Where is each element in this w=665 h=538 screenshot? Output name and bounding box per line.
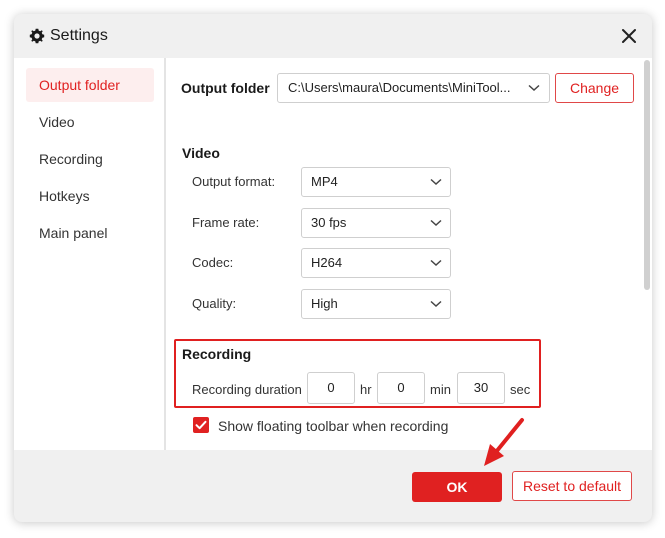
minutes-input[interactable]: 0 — [377, 372, 425, 404]
quality-label: Quality: — [192, 296, 237, 311]
codec-value: H264 — [311, 255, 343, 270]
output-format-select[interactable]: MP4 — [301, 167, 451, 197]
change-folder-button[interactable]: Change — [555, 73, 634, 103]
close-icon[interactable] — [620, 27, 638, 45]
chevron-down-icon — [430, 219, 442, 227]
dialog-title: Settings — [50, 27, 108, 44]
hours-input[interactable]: 0 — [307, 372, 355, 404]
sidebar-item-video[interactable]: Video — [26, 105, 154, 139]
seconds-input[interactable]: 30 — [457, 372, 505, 404]
frame-rate-select[interactable]: 30 fps — [301, 208, 451, 238]
frame-rate-label: Frame rate: — [192, 215, 260, 230]
ok-button[interactable]: OK — [412, 472, 502, 502]
frame-rate-value: 30 fps — [311, 215, 347, 230]
minutes-unit-label: min — [430, 382, 451, 397]
codec-select[interactable]: H264 — [301, 248, 451, 278]
output-folder-path: C:\Users\maura\Documents\MiniTool... — [288, 80, 511, 95]
sidebar-item-output-folder[interactable]: Output folder — [26, 68, 154, 102]
floating-toolbar-checkbox[interactable] — [193, 417, 209, 433]
floating-toolbar-label: Show floating toolbar when recording — [218, 418, 449, 434]
recording-heading: Recording — [182, 346, 252, 362]
video-heading: Video — [182, 145, 220, 161]
quality-value: High — [311, 296, 338, 311]
sidebar-item-hotkeys[interactable]: Hotkeys — [26, 179, 154, 213]
chevron-down-icon — [430, 259, 442, 267]
gear-icon — [29, 28, 45, 44]
output-format-label: Output format: — [192, 174, 276, 189]
title-bar: Settings — [14, 14, 652, 58]
dialog-footer: OK Reset to default — [14, 450, 652, 522]
sidebar-item-recording[interactable]: Recording — [26, 142, 154, 176]
seconds-unit-label: sec — [510, 382, 531, 397]
quality-select[interactable]: High — [301, 289, 451, 319]
chevron-down-icon — [528, 84, 540, 92]
codec-label: Codec: — [192, 255, 234, 270]
sidebar: Output folder Video Recording Hotkeys Ma… — [14, 58, 164, 450]
chevron-down-icon — [430, 300, 442, 308]
recording-duration-label: Recording duration — [192, 382, 302, 397]
reset-to-default-button[interactable]: Reset to default — [512, 471, 632, 501]
output-format-value: MP4 — [311, 174, 338, 189]
settings-content: Output folder C:\Users\maura\Documents\M… — [166, 58, 652, 450]
settings-dialog: Settings Output folder Video Recording H… — [14, 14, 652, 522]
output-folder-label: Output folder — [181, 80, 270, 96]
content-scrollbar[interactable] — [644, 60, 650, 290]
chevron-down-icon — [430, 178, 442, 186]
output-folder-select[interactable]: C:\Users\maura\Documents\MiniTool... — [277, 73, 550, 103]
checkmark-icon — [195, 420, 207, 430]
sidebar-item-main-panel[interactable]: Main panel — [26, 216, 154, 250]
hours-unit-label: hr — [360, 382, 372, 397]
